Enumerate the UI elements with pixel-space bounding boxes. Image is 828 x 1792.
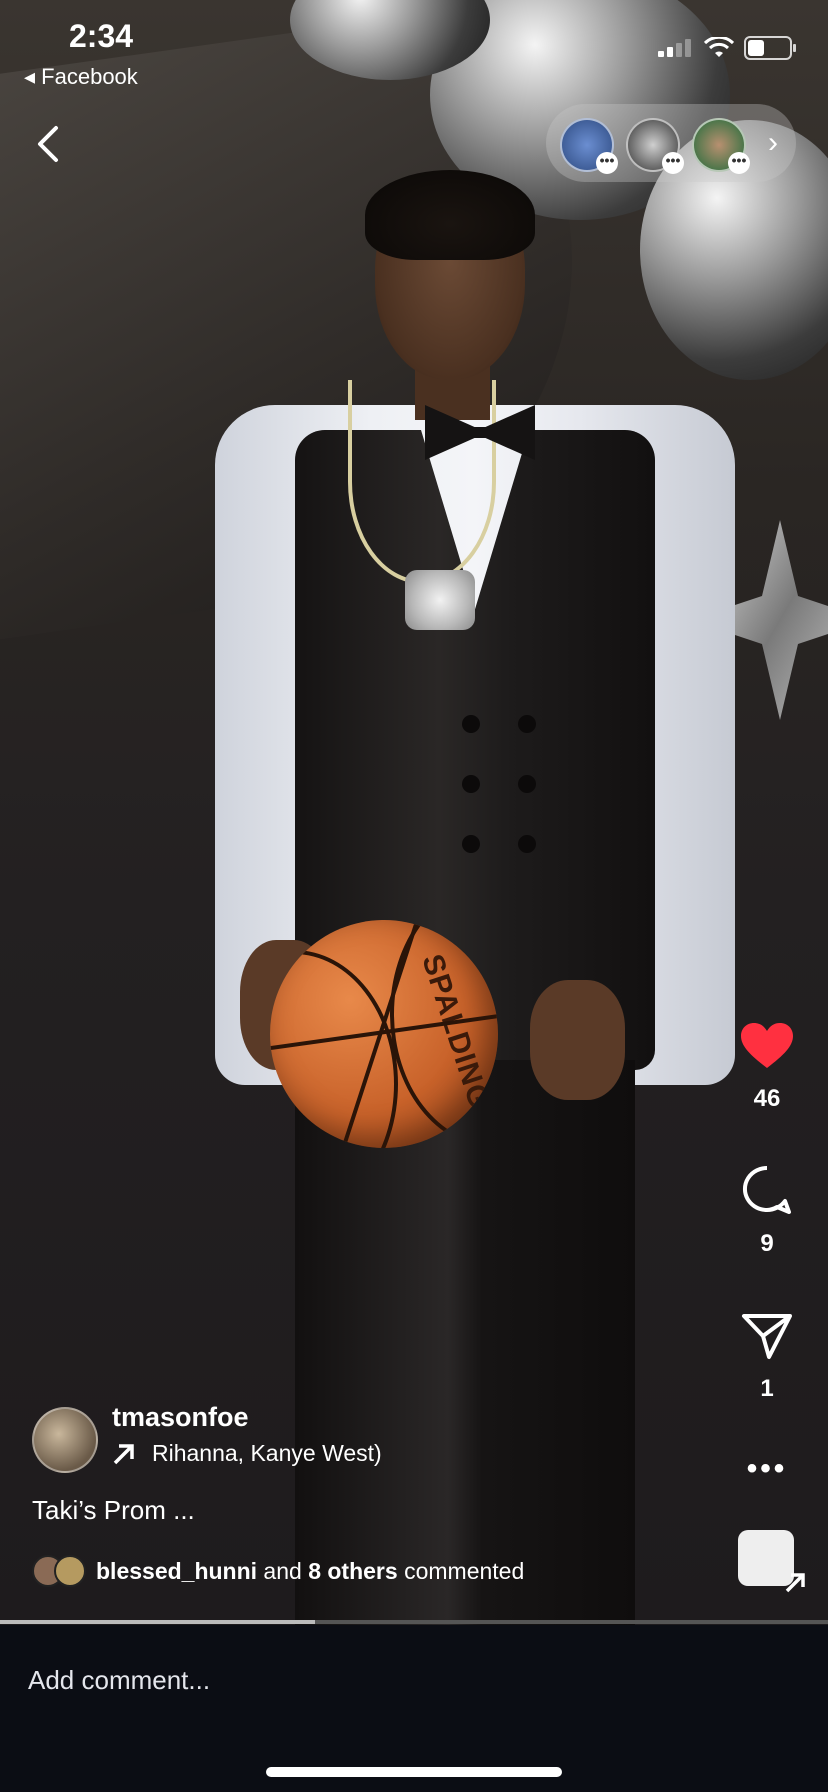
status-icons — [658, 36, 796, 60]
comment-bubble-icon — [742, 1165, 791, 1214]
comment-count: 9 — [760, 1230, 774, 1257]
back-app-label: Facebook — [41, 64, 138, 89]
reel-video[interactable]: SPALDING — [0, 0, 828, 1625]
back-to-app-link[interactable]: ◂ Facebook — [24, 64, 138, 90]
chevron-right-icon: › — [768, 126, 778, 159]
comment-bar: Add comment... — [0, 1625, 828, 1792]
commented-suffix: commented — [397, 1557, 525, 1584]
audio-thumbnail[interactable] — [738, 1530, 805, 1593]
avatar — [54, 1555, 86, 1587]
more-dots-icon: ••• — [662, 152, 684, 174]
share-count: 1 — [760, 1375, 774, 1402]
active-friends-pill[interactable]: ••• ••• ••• › — [546, 104, 796, 182]
audio-label: Rihanna, Kanye West) — [152, 1440, 382, 1466]
commenter-avatars — [32, 1555, 86, 1587]
heart-filled-icon — [741, 1023, 793, 1068]
user-avatar[interactable] — [32, 1407, 98, 1473]
battery-icon — [744, 36, 796, 60]
paper-plane-icon — [742, 1314, 792, 1359]
arrow-up-right-icon — [113, 1443, 134, 1464]
more-dots-icon[interactable]: ••• — [728, 1452, 806, 1486]
like-button[interactable]: 46 — [728, 1022, 806, 1113]
back-arrow-icon: ◂ — [24, 64, 36, 89]
basketball: SPALDING — [270, 920, 498, 1148]
add-comment-input[interactable]: Add comment... — [28, 1665, 210, 1696]
friend-avatar[interactable]: ••• — [560, 118, 618, 174]
commenters-summary[interactable]: blessed_hunni and 8 others commented — [32, 1555, 524, 1587]
audio-link[interactable]: Rihanna, Kanye West) — [112, 1440, 382, 1467]
more-dots-icon: ••• — [728, 152, 750, 174]
wifi-icon — [704, 37, 734, 57]
signal-icon — [658, 39, 694, 57]
chevron-left-icon[interactable] — [28, 120, 68, 168]
commented-and: and — [257, 1557, 309, 1584]
home-indicator — [266, 1767, 562, 1777]
commenter-name: blessed_hunni — [96, 1557, 258, 1584]
friend-avatar[interactable]: ••• — [626, 118, 684, 174]
comment-button[interactable]: 9 — [728, 1165, 806, 1258]
caption[interactable]: Taki’s Prom ... — [32, 1495, 195, 1526]
username[interactable]: tmasonfoe — [112, 1402, 249, 1433]
like-count: 46 — [753, 1085, 781, 1112]
status-time: 2:34 — [69, 18, 134, 54]
person: SPALDING — [200, 170, 760, 1625]
video-progress[interactable] — [0, 1620, 828, 1624]
more-dots-icon: ••• — [596, 152, 618, 174]
commented-others: 8 others — [308, 1557, 398, 1584]
share-button[interactable]: 1 — [728, 1312, 806, 1403]
friend-avatar[interactable]: ••• — [692, 118, 750, 174]
arrow-up-right-icon — [785, 1573, 805, 1593]
